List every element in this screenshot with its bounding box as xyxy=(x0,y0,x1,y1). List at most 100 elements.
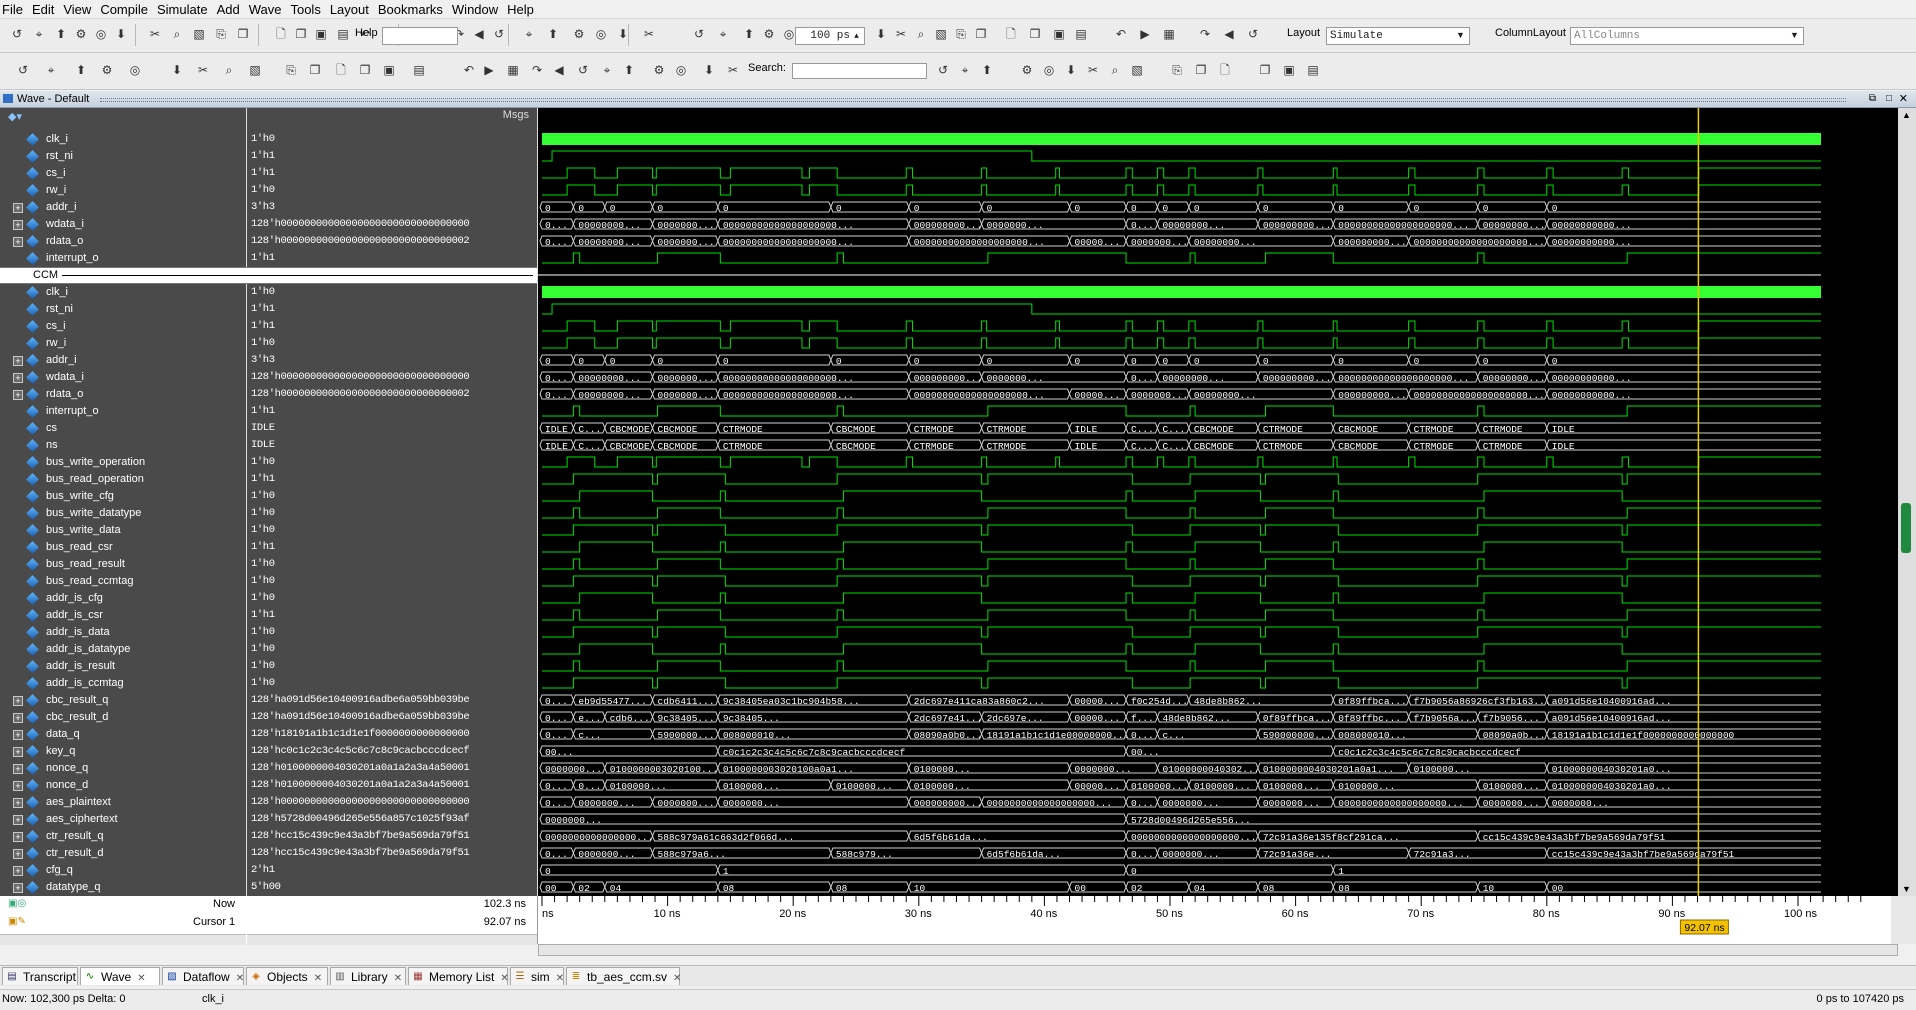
run-length-field[interactable]: 100 ps ▴ xyxy=(795,27,865,45)
menu-compile[interactable]: Compile xyxy=(98,0,155,18)
signal-row[interactable]: + datatype_q xyxy=(0,879,246,896)
signal-row[interactable]: addr_is_result xyxy=(0,658,246,675)
cursor-lock-icon[interactable]: ▣✎ xyxy=(8,916,26,927)
scroll-up-arrow[interactable]: ▲ xyxy=(1902,110,1911,120)
tab-sim[interactable]: ☰ sim ✕ xyxy=(510,967,564,985)
signal-value-pane[interactable]: Msgs 1'h0 1'h1 1'h1 1'h0 3'h3 128'h0000000000… xyxy=(247,108,537,896)
group-divider[interactable]: CCM xyxy=(0,267,537,284)
wave-tool-icon[interactable]: ⬆ xyxy=(72,62,90,80)
main-tool-icon[interactable]: ⌕ xyxy=(168,26,186,44)
cursor-label[interactable]: Cursor 1 xyxy=(193,916,235,928)
close-icon[interactable]: ✕ xyxy=(556,973,564,984)
tab-wave[interactable]: ∿ Wave ✕ xyxy=(80,967,160,985)
waveform-plot[interactable]: 0 0 0 0 0 0 0 0 0 0 0 0 0 0 0 0 00... 00000000... 0000000.… xyxy=(538,108,1891,896)
sim-tool-icon[interactable]: ▦ xyxy=(1160,26,1178,44)
titlebar-grip[interactable] xyxy=(100,98,1846,102)
time-ruler[interactable]: ns 10 ns 20 ns 30 ns 40 ns 50 ns 60 ns 70 ns 80 … xyxy=(538,896,1891,944)
zoom-tool-icon[interactable]: 🗋 xyxy=(1216,62,1234,80)
signal-row[interactable]: + key_q xyxy=(0,743,246,760)
wave-tool-icon[interactable]: ⬆ xyxy=(620,62,638,80)
signal-row[interactable]: interrupt_o xyxy=(0,403,246,420)
signal-row[interactable]: + cbc_result_q xyxy=(0,692,246,709)
signal-row[interactable]: rst_ni xyxy=(0,301,246,318)
main-tool-icon[interactable]: ◎ xyxy=(592,26,610,44)
signal-row[interactable]: clk_i xyxy=(0,131,246,148)
signal-row[interactable]: bus_read_csr xyxy=(0,539,246,556)
expand-icon[interactable]: + xyxy=(13,220,23,230)
tab-objects[interactable]: ◈ Objects ✕ xyxy=(246,967,328,985)
wave-tool-icon[interactable]: ⎘ xyxy=(282,62,300,80)
signal-row[interactable]: + aes_ciphertext xyxy=(0,811,246,828)
chevron-down-icon[interactable]: ▼ xyxy=(1788,28,1801,42)
wave-search-input[interactable] xyxy=(792,63,927,79)
scroll-thumb[interactable] xyxy=(1901,503,1911,553)
wave-tool-icon[interactable]: ⌖ xyxy=(598,62,616,80)
expand-icon[interactable]: + xyxy=(13,696,23,706)
menu-wave[interactable]: Wave xyxy=(247,0,289,18)
main-tool-icon[interactable]: ↺ xyxy=(8,26,26,44)
menu-edit[interactable]: Edit xyxy=(30,0,61,18)
main-tool-icon[interactable]: ◀ xyxy=(470,26,488,44)
menu-simulate[interactable]: Simulate xyxy=(155,0,215,18)
sim-tool-icon[interactable]: ⚙ xyxy=(760,26,778,44)
spin-icon[interactable]: ▴ xyxy=(850,29,863,43)
menu-tools[interactable]: Tools xyxy=(288,0,327,18)
expand-icon[interactable]: + xyxy=(13,764,23,774)
signal-row[interactable]: bus_read_operation xyxy=(0,471,246,488)
wave-tool-icon[interactable]: ▦ xyxy=(504,62,522,80)
main-tool-icon[interactable]: ⌖ xyxy=(520,26,538,44)
signal-row[interactable]: + aes_plaintext xyxy=(0,794,246,811)
sim-tool-icon[interactable]: ◀ xyxy=(1220,26,1238,44)
wave-tool-icon[interactable]: ▧ xyxy=(246,62,264,80)
signal-row[interactable]: + ctr_result_d xyxy=(0,845,246,862)
expand-icon[interactable]: + xyxy=(13,373,23,383)
zoom-tool-icon[interactable]: ⌕ xyxy=(1106,62,1124,80)
signal-row[interactable]: cs_i xyxy=(0,318,246,335)
wave-tool-icon[interactable]: ◀ xyxy=(550,62,568,80)
wave-tool-icon[interactable]: ❐ xyxy=(356,62,374,80)
signal-row[interactable]: bus_write_datatype xyxy=(0,505,246,522)
wave-hscrollbar[interactable] xyxy=(538,944,1898,956)
signal-row[interactable]: + nonce_d xyxy=(0,777,246,794)
zoom-tool-icon[interactable]: ❐ xyxy=(1192,62,1210,80)
main-tool-icon[interactable]: ↺ xyxy=(490,26,508,44)
scroll-down-arrow[interactable]: ▼ xyxy=(1902,884,1911,894)
expand-icon[interactable]: + xyxy=(13,815,23,825)
wave-tool-icon[interactable]: ◎ xyxy=(126,62,144,80)
maximize-icon[interactable]: □ xyxy=(1886,93,1892,104)
close-icon[interactable]: ✕ xyxy=(500,973,508,984)
signal-row[interactable]: rw_i xyxy=(0,182,246,199)
wave-tool-icon[interactable]: ⬇ xyxy=(700,62,718,80)
sim-tool-icon[interactable]: ▧ xyxy=(932,26,950,44)
tab-memory-list[interactable]: ▦ Memory List ✕ xyxy=(408,967,509,985)
signal-row[interactable]: rst_ni xyxy=(0,148,246,165)
main-tool-icon[interactable]: ❐ xyxy=(234,26,252,44)
menu-view[interactable]: View xyxy=(61,0,98,18)
sim-tool-icon[interactable]: ↺ xyxy=(690,26,708,44)
sim-tool-icon[interactable]: ▣ xyxy=(1050,26,1068,44)
now-toolbar-icon[interactable]: ▣◎ xyxy=(8,898,26,909)
signal-row[interactable]: addr_is_data xyxy=(0,624,246,641)
sim-tool-icon[interactable]: ↶ xyxy=(1112,26,1130,44)
zoom-tool-icon[interactable]: ⚙ xyxy=(1018,62,1036,80)
signal-row[interactable]: + wdata_i xyxy=(0,369,246,386)
expand-icon[interactable]: + xyxy=(13,713,23,723)
signal-row[interactable]: cs_i xyxy=(0,165,246,182)
main-tool-icon[interactable]: ⬇ xyxy=(112,26,130,44)
zoom-tool-icon[interactable]: ↺ xyxy=(934,62,952,80)
wave-tool-icon[interactable]: ⌕ xyxy=(220,62,238,80)
close-icon[interactable]: ✕ xyxy=(1899,92,1908,105)
signal-row[interactable]: + nonce_q xyxy=(0,760,246,777)
wave-tool-icon[interactable]: ✂ xyxy=(724,62,742,80)
main-tool-icon[interactable]: ▣ xyxy=(312,26,330,44)
expand-icon[interactable]: + xyxy=(13,730,23,740)
wave-tool-icon[interactable]: ⬇ xyxy=(168,62,186,80)
sim-tool-icon[interactable]: ✂ xyxy=(892,26,910,44)
menu-window[interactable]: Window xyxy=(450,0,505,18)
signal-row[interactable]: bus_write_cfg xyxy=(0,488,246,505)
zoom-tool-icon[interactable]: ⌖ xyxy=(956,62,974,80)
main-tool-icon[interactable]: ⚙ xyxy=(570,26,588,44)
main-tool-icon[interactable]: ⎘ xyxy=(212,26,230,44)
main-tool-icon[interactable]: ▤ xyxy=(334,26,352,44)
menu-add[interactable]: Add xyxy=(215,0,247,18)
